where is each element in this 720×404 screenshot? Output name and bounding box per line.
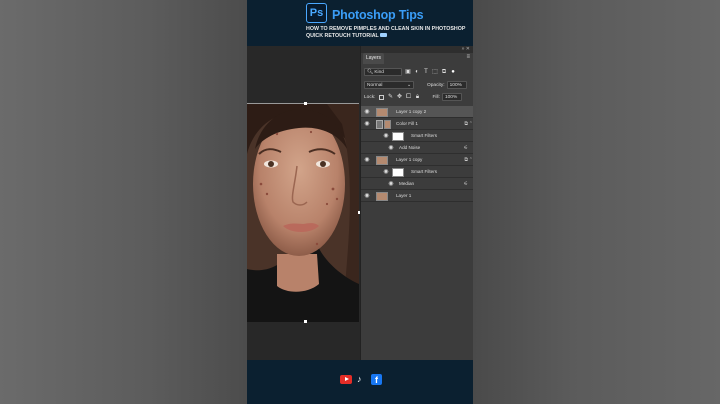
opacity-value: 100% <box>449 82 462 88</box>
lock-row: Lock: ✎ ✥ ⧠ 🔒︎ Fill: 100% <box>361 93 473 101</box>
pixel-filter-icon[interactable]: ▣ <box>405 69 411 75</box>
chevron-up-icon[interactable]: ⌃ <box>469 121 473 127</box>
smart-object-icon: ⧉ <box>464 157 468 163</box>
layer-item[interactable]: ◉ Layer 1 <box>361 190 473 202</box>
layer-name: Smart Filters <box>411 169 438 174</box>
layer-item[interactable]: ◉ Median ⚟ <box>361 178 473 190</box>
layer-thumbnail <box>376 107 388 117</box>
eye-icon[interactable]: ◉ <box>383 133 389 139</box>
layers-panel: » ✕ Layers ≡ 🔍︎ Kind ▣ ◐ T ⬚ ⧉ ● Normal … <box>360 46 473 360</box>
layer-thumbnail <box>376 191 388 201</box>
blend-mode-value: Normal <box>367 82 383 88</box>
lock-position-icon[interactable]: ✥ <box>396 94 402 100</box>
layer-item[interactable]: ◉ Color Fill 1 ⧉ ⌃ <box>361 118 473 130</box>
opacity-label: Opacity: <box>427 82 445 88</box>
layer-item[interactable]: ◉ Smart Filters <box>361 130 473 142</box>
layer-name: Layer 1 copy 2 <box>396 109 427 114</box>
eye-icon[interactable]: ◉ <box>388 181 394 187</box>
layer-name: Color Fill 1 <box>396 121 418 126</box>
filter-options-icon[interactable]: ⚟ <box>464 181 468 187</box>
layer-name: Layer 1 copy <box>396 157 423 162</box>
layer-item[interactable]: ◉ Layer 1 copy ⧉ ⌃ <box>361 154 473 166</box>
panel-menu-icon[interactable]: ≡ <box>466 54 470 60</box>
filter-options-icon[interactable]: ⚟ <box>464 145 468 151</box>
filter-row: 🔍︎ Kind ▣ ◐ T ⬚ ⧉ ● <box>361 68 473 76</box>
blend-mode-select[interactable]: Normal ⌄ <box>364 81 414 89</box>
chevron-down-icon: ⌄ <box>406 82 411 88</box>
transform-handle-top[interactable] <box>304 102 307 105</box>
tab-layers[interactable]: Layers <box>363 53 385 64</box>
filter-mask-thumbnail <box>392 131 404 141</box>
header: Ps Photoshop Tips HOW TO REMOVE PIMPLES … <box>247 0 473 46</box>
eye-icon[interactable]: ◉ <box>388 145 394 151</box>
layer-name: Add Noise <box>399 145 421 150</box>
lock-all-icon[interactable]: 🔒︎ <box>414 94 420 100</box>
channel-title: Photoshop Tips <box>332 8 424 22</box>
collapse-icon[interactable]: » ✕ <box>462 46 470 52</box>
left-background <box>0 0 247 404</box>
layer-mask-thumbnail <box>384 119 391 129</box>
eye-icon[interactable]: ◉ <box>364 193 370 199</box>
fill-input[interactable]: 100% <box>441 93 462 101</box>
footer: ♪ f <box>247 360 473 404</box>
blend-row: Normal ⌄ Opacity: 100% <box>361 81 473 89</box>
eye-icon[interactable]: ◉ <box>364 121 370 127</box>
layer-item[interactable]: ◉ Add Noise ⚟ <box>361 142 473 154</box>
lock-label: Lock: <box>364 94 376 100</box>
shape-filter-icon[interactable]: ⬚ <box>432 69 438 75</box>
layer-item[interactable]: ◉ Layer 1 copy 2 <box>361 106 473 118</box>
layer-list: ◉ Layer 1 copy 2 ◉ Color Fill 1 ⧉ ⌃ ◉ Sm… <box>361 106 473 202</box>
smart-object-filter-icon[interactable]: ⧉ <box>441 69 447 75</box>
chevron-up-icon[interactable]: ⌃ <box>469 157 473 163</box>
eye-icon[interactable]: ◉ <box>383 169 389 175</box>
eye-icon[interactable]: ◉ <box>364 157 370 163</box>
type-filter-icon[interactable]: T <box>423 69 429 75</box>
layer-thumbnail <box>376 119 383 129</box>
fill-value: 100% <box>444 94 458 100</box>
video-subtitle: HOW TO REMOVE PIMPLES AND CLEAN SKIN IN … <box>306 26 471 39</box>
photoshop-logo-icon: Ps <box>306 3 327 23</box>
video-frame: Ps Photoshop Tips HOW TO REMOVE PIMPLES … <box>247 0 473 404</box>
opacity-input[interactable]: 100% <box>446 81 467 89</box>
layer-name: Smart Filters <box>411 133 438 138</box>
youtube-icon[interactable] <box>340 375 352 384</box>
filter-toggle-icon[interactable]: ● <box>450 69 456 75</box>
layer-name: Median <box>399 181 415 186</box>
filter-kind-select[interactable]: 🔍︎ Kind <box>364 68 402 76</box>
filter-kind-label: Kind <box>374 69 384 75</box>
facebook-icon[interactable]: f <box>371 374 382 385</box>
fill-label: Fill: <box>432 94 440 100</box>
layer-name: Layer 1 <box>396 193 412 198</box>
tiktok-icon[interactable]: ♪ <box>357 374 362 384</box>
lock-brush-icon[interactable]: ✎ <box>387 94 393 100</box>
portrait-photo <box>247 103 359 322</box>
layer-item[interactable]: ◉ Smart Filters <box>361 166 473 178</box>
lock-transparent-icon[interactable] <box>379 94 385 100</box>
transform-handle-bottom[interactable] <box>304 320 307 323</box>
laptop-icon <box>379 33 387 38</box>
layer-thumbnail <box>376 155 388 165</box>
search-icon: 🔍︎ <box>367 69 374 75</box>
adjustment-filter-icon[interactable]: ◐ <box>414 69 420 75</box>
smart-object-icon: ⧉ <box>464 121 468 127</box>
eye-icon[interactable]: ◉ <box>364 109 370 115</box>
panel-top-bar: » ✕ <box>361 46 473 53</box>
filter-mask-thumbnail <box>392 167 404 177</box>
lock-artboard-icon[interactable]: ⧠ <box>405 94 411 100</box>
right-background <box>473 0 720 404</box>
